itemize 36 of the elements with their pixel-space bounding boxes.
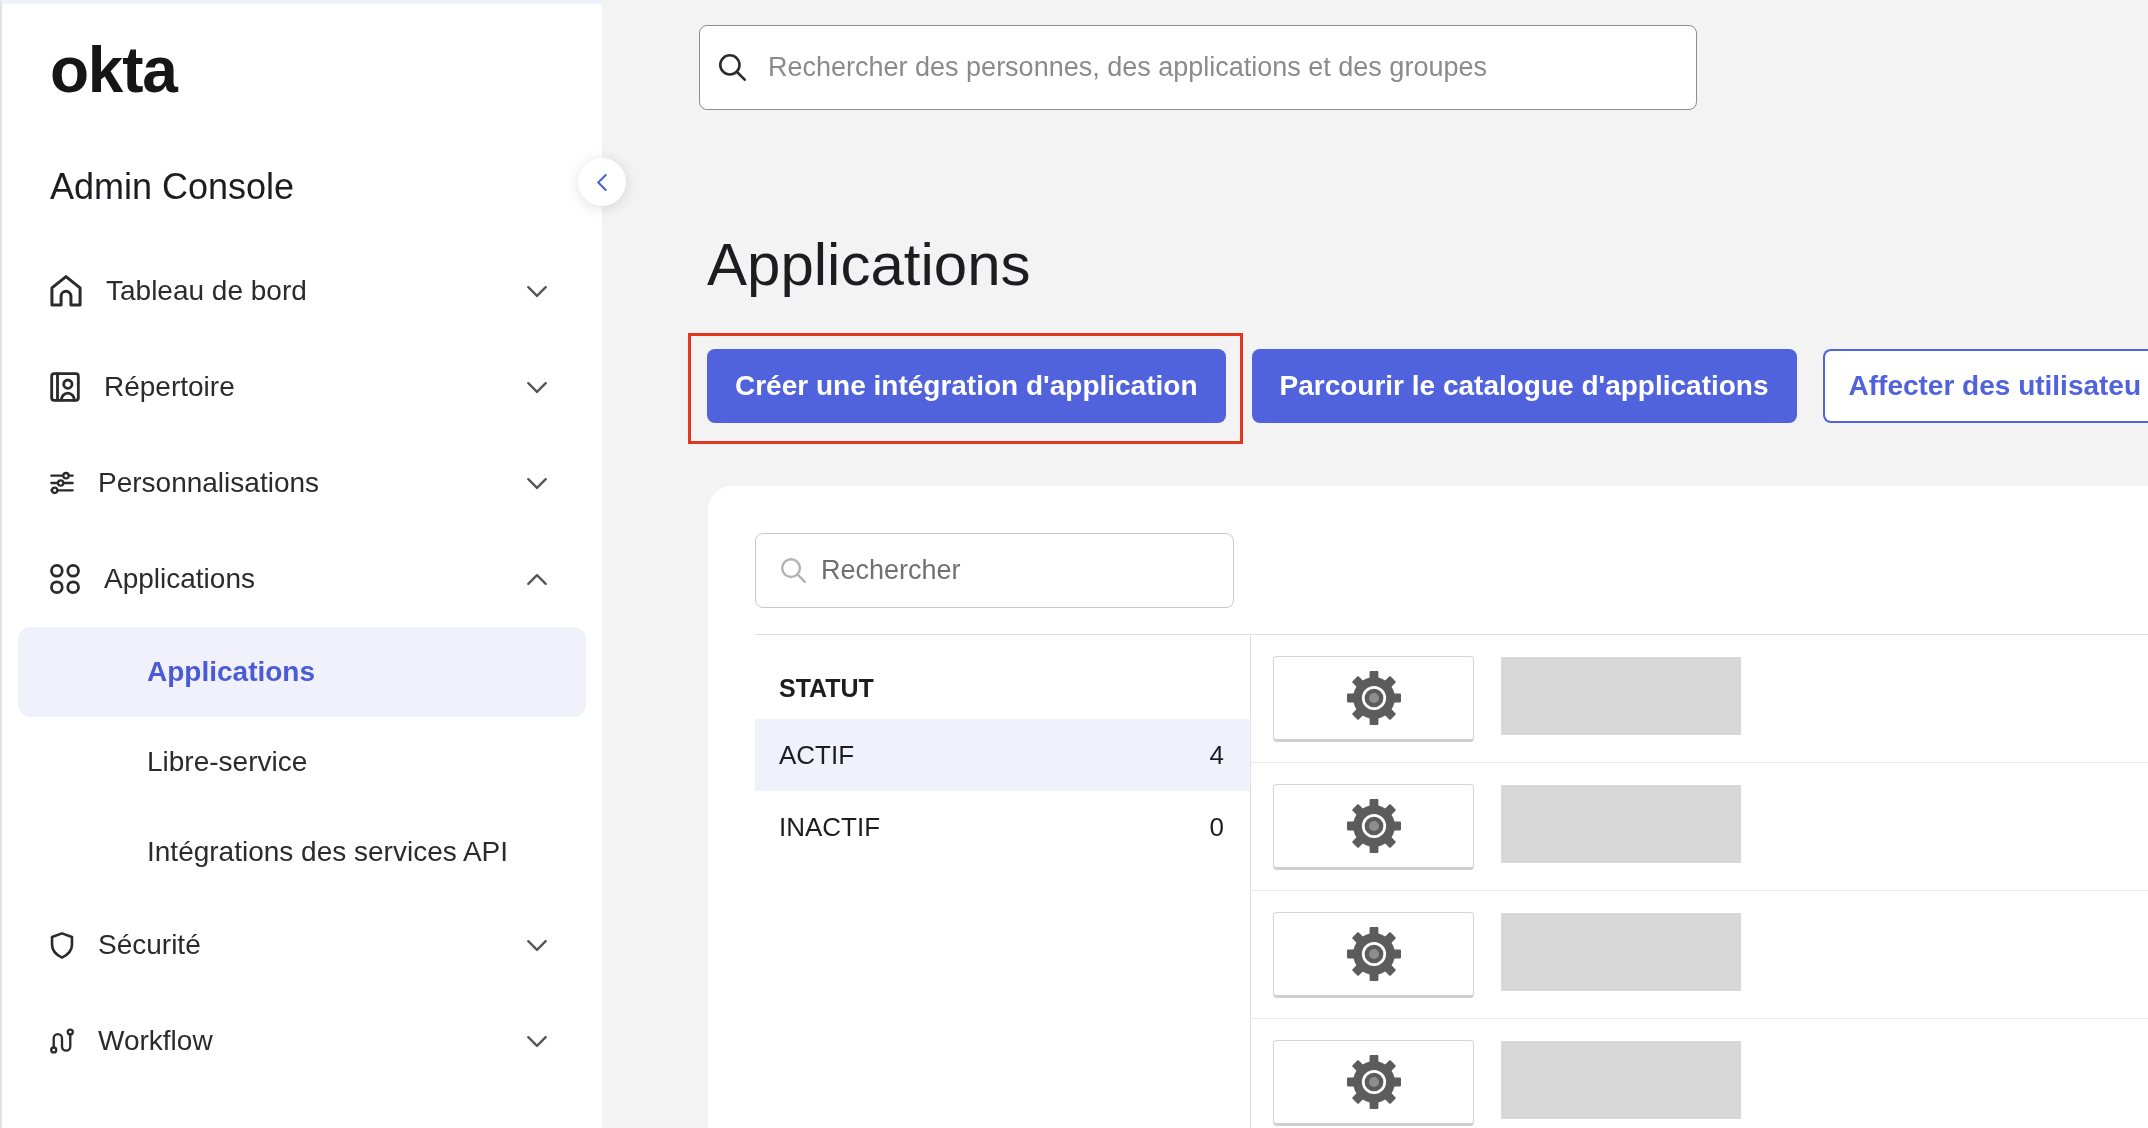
item-count: 0 (1209, 810, 1224, 844)
nav-item[interactable]: Répertoire (18, 339, 586, 435)
chevron-left-icon (597, 173, 607, 191)
app-logo-tile[interactable] (1273, 912, 1474, 998)
shield-icon (50, 931, 74, 959)
gear-icon (1346, 927, 1401, 981)
sliders-icon (50, 470, 74, 496)
gear-icon (1346, 799, 1401, 853)
gear-icon (1346, 671, 1401, 725)
nav-item[interactable]: Sécurité (18, 897, 586, 993)
app-logo-tile[interactable] (1273, 784, 1474, 870)
nav-item[interactable]: Personnalisations (18, 435, 586, 531)
search-field[interactable]: Rechercher (755, 533, 1234, 608)
logo: okta (50, 38, 177, 102)
filter-heading: STATUT (779, 673, 874, 705)
app-logo-tile[interactable] (1273, 1040, 1474, 1126)
workflow-icon (50, 1028, 74, 1054)
action-button[interactable]: Créer une intégration d'application (707, 349, 1226, 423)
gear-icon (1346, 1055, 1401, 1109)
nav-item[interactable]: Workflow (18, 993, 586, 1089)
action-button[interactable]: Affecter des utilisateu (1822, 349, 2148, 423)
search-field[interactable]: Rechercher des personnes, des applications et des groupes (699, 25, 1697, 110)
item-count: 4 (1209, 738, 1224, 772)
sidebar-title: Admin Console (50, 169, 295, 205)
search-icon (719, 54, 746, 81)
filter-option[interactable]: ACTIF 4 (755, 719, 1250, 791)
nav-item[interactable]: Applications (18, 531, 586, 627)
home-icon (50, 275, 82, 307)
nav-subitem[interactable]: Applications (18, 627, 586, 717)
page-title: Applications (707, 235, 1031, 295)
action-button[interactable]: Parcourir le catalogue d'applications (1251, 349, 1797, 423)
contact-card-icon (50, 372, 80, 402)
nav-item[interactable]: Tableau de bord (18, 243, 586, 339)
app-logo-tile[interactable] (1273, 656, 1474, 742)
four-circles-icon (50, 564, 80, 594)
search-icon (781, 558, 806, 583)
